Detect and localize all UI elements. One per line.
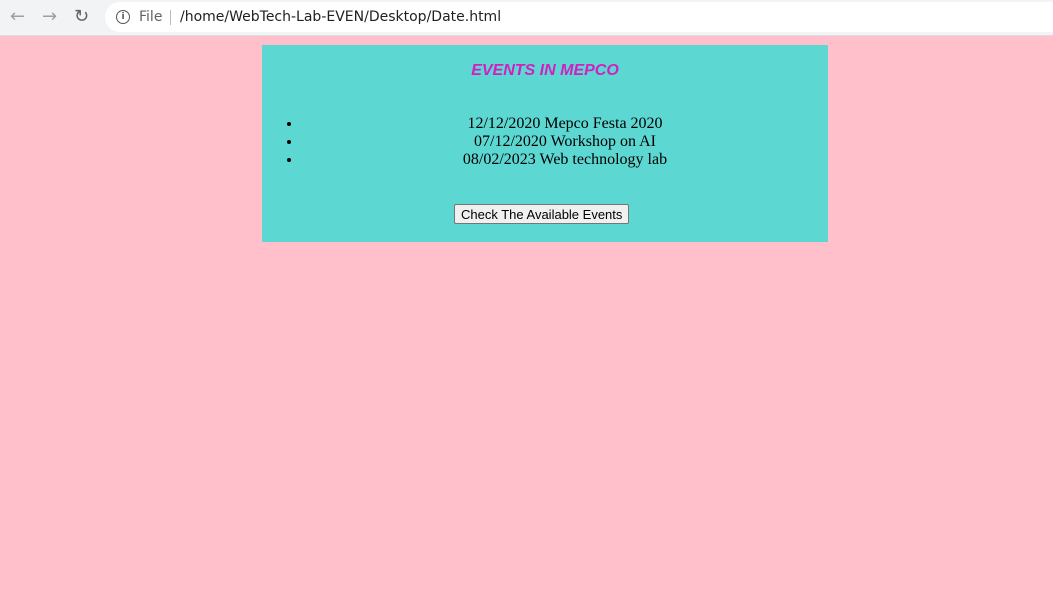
back-icon[interactable]: ← [10,6,25,28]
event-item: 12/12/2020 Mepco Festa 2020 [302,115,828,133]
events-list: 12/12/2020 Mepco Festa 2020 07/12/2020 W… [262,115,828,169]
forward-icon[interactable]: → [42,6,57,28]
reload-icon[interactable]: ↻ [74,6,89,28]
event-item: 08/02/2023 Web technology lab [302,151,828,169]
event-item: 07/12/2020 Workshop on AI [302,133,828,151]
check-events-button[interactable]: Check The Available Events [454,204,630,224]
url-text[interactable]: /home/WebTech-Lab-EVEN/Desktop/Date.html [180,2,501,32]
browser-toolbar: ← → ↻ i File /home/WebTech-Lab-EVEN/Desk… [0,0,1053,36]
page-heading: EVENTS IN MEPCO [471,62,619,79]
events-panel: EVENTS IN MEPCO 12/12/2020 Mepco Festa 2… [262,45,828,242]
info-icon[interactable]: i [116,10,130,24]
scheme-label: File [139,9,163,25]
address-bar[interactable]: i File /home/WebTech-Lab-EVEN/Desktop/Da… [105,2,1053,32]
divider [170,10,171,25]
